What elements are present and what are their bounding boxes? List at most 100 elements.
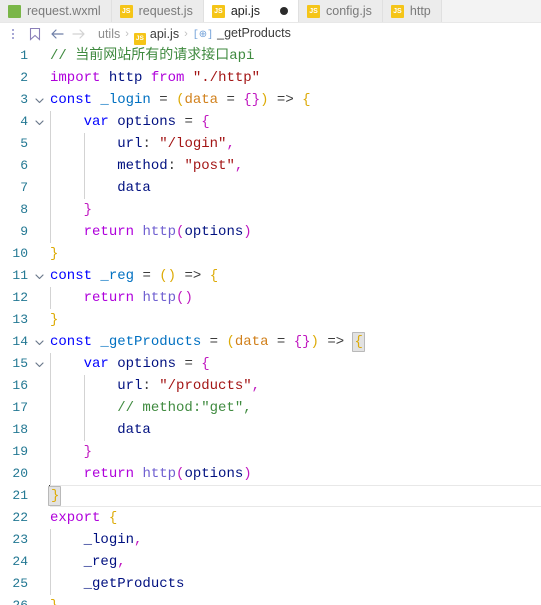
fold-placeholder [30, 529, 48, 551]
code-line-active[interactable]: 21 } [0, 485, 541, 507]
breadcrumb-item-utils[interactable]: utils [98, 23, 120, 45]
tab-label: http [409, 4, 431, 18]
js-file-icon: JS [390, 4, 404, 18]
fold-placeholder [30, 507, 48, 529]
line-number: 2 [20, 70, 28, 85]
code-text: data [48, 419, 541, 441]
tab-config-js[interactable]: JS config.js [299, 0, 383, 22]
code-line[interactable]: 8 } [0, 199, 541, 221]
line-number: 4 [20, 114, 28, 129]
code-line[interactable]: 25 _getProducts [0, 573, 541, 595]
fold-placeholder [30, 243, 48, 265]
js-file-icon: JS [211, 4, 225, 18]
fold-placeholder [30, 441, 48, 463]
fold-chevron-down-icon[interactable] [30, 111, 48, 133]
tab-api-js[interactable]: JS api.js [203, 0, 300, 22]
code-line[interactable]: 7 data [0, 177, 541, 199]
code-line[interactable]: 10 } [0, 243, 541, 265]
code-text: method: "post", [48, 155, 541, 177]
code-line[interactable]: 22 export { [0, 507, 541, 529]
fold-placeholder [30, 573, 48, 595]
unsaved-changes-dot-icon[interactable] [280, 7, 289, 15]
code-line[interactable]: 9 return http(options) [0, 221, 541, 243]
fold-chevron-down-icon[interactable] [30, 89, 48, 111]
arrow-left-icon[interactable] [46, 23, 68, 45]
fold-placeholder [30, 67, 48, 89]
bracket-match-highlight: } [48, 486, 62, 506]
line-number: 7 [20, 180, 28, 195]
code-text: url: "/login", [48, 133, 541, 155]
breadcrumb-bar: utils › JS api.js › [⊕] _getProducts [0, 23, 541, 45]
fold-placeholder [30, 551, 48, 573]
code-line[interactable]: 23 _login, [0, 529, 541, 551]
line-number: 17 [12, 400, 28, 415]
more-vertical-icon[interactable] [2, 23, 24, 45]
code-line[interactable]: 16 url: "/products", [0, 375, 541, 397]
arrow-right-icon [68, 23, 90, 45]
code-line[interactable]: 13 } [0, 309, 541, 331]
editor-tab-bar: request.wxml JS request.js JS api.js JS … [0, 0, 541, 23]
code-text: // method:"get", [48, 397, 541, 419]
symbol-variable-icon: [⊕] [192, 29, 214, 41]
code-text: const _login = (data = {}) => { [50, 92, 311, 108]
bookmark-icon[interactable] [24, 23, 46, 45]
js-file-icon: JS [307, 4, 321, 18]
fold-chevron-down-icon[interactable] [30, 353, 48, 375]
code-text: } [48, 441, 541, 463]
code-line[interactable]: 24 _reg, [0, 551, 541, 573]
code-editor[interactable]: 1 // 当前网站所有的请求接口api 2 import http from "… [0, 45, 541, 605]
code-text: // 当前网站所有的请求接口api [50, 48, 255, 64]
line-number: 15 [12, 356, 28, 371]
breadcrumb-item-api-js[interactable]: JS api.js [133, 23, 180, 45]
line-number: 3 [20, 92, 28, 107]
tab-request-js[interactable]: JS request.js [111, 0, 204, 22]
code-text: _reg, [48, 551, 541, 573]
code-text: export { [50, 510, 118, 526]
line-number: 24 [12, 554, 28, 569]
fold-placeholder [30, 287, 48, 309]
tab-request-wxml[interactable]: request.wxml [0, 0, 112, 22]
code-line[interactable]: 1 // 当前网站所有的请求接口api [0, 45, 541, 67]
js-file-icon: JS [119, 4, 133, 18]
js-file-icon: JS [133, 33, 146, 45]
code-line[interactable]: 14 const _getProducts = (data = {}) => { [0, 331, 541, 353]
line-number: 16 [12, 378, 28, 393]
code-text: return http(options) [48, 463, 541, 485]
code-line[interactable]: 11 const _reg = () => { [0, 265, 541, 287]
code-line[interactable]: 18 data [0, 419, 541, 441]
code-line[interactable]: 6 method: "post", [0, 155, 541, 177]
code-text: data [48, 177, 541, 199]
code-text: _login, [48, 529, 541, 551]
breadcrumb-item-getproducts[interactable]: [⊕] _getProducts [193, 22, 291, 47]
fold-chevron-down-icon[interactable] [30, 331, 48, 353]
line-number: 13 [12, 312, 28, 327]
code-line[interactable]: 3 const _login = (data = {}) => { [0, 89, 541, 111]
code-line[interactable]: 17 // method:"get", [0, 397, 541, 419]
code-line[interactable]: 19 } [0, 441, 541, 463]
fold-placeholder [30, 375, 48, 397]
line-number: 5 [20, 136, 28, 151]
line-number: 8 [20, 202, 28, 217]
code-line[interactable]: 12 return http() [0, 287, 541, 309]
code-line[interactable]: 2 import http from "./http" [0, 67, 541, 89]
fold-placeholder [30, 309, 48, 331]
tab-label: config.js [326, 4, 372, 18]
tab-http[interactable]: JS http [382, 0, 442, 22]
line-number: 14 [12, 334, 28, 349]
code-line[interactable]: 4 var options = { [0, 111, 541, 133]
line-number: 23 [12, 532, 28, 547]
line-number: 19 [12, 444, 28, 459]
code-line[interactable]: 5 url: "/login", [0, 133, 541, 155]
code-text: } [48, 485, 541, 507]
breadcrumb-item-label: api.js [149, 27, 180, 41]
fold-chevron-down-icon[interactable] [30, 265, 48, 287]
code-text: _getProducts [48, 573, 541, 595]
code-line[interactable]: 15 var options = { [0, 353, 541, 375]
tab-label: request.wxml [27, 4, 101, 18]
line-number: 22 [12, 510, 28, 525]
code-text: return http(options) [48, 221, 541, 243]
code-text: } [50, 246, 59, 262]
line-number: 6 [20, 158, 28, 173]
bracket-match-highlight: { [351, 332, 365, 352]
code-line[interactable]: 20 return http(options) [0, 463, 541, 485]
